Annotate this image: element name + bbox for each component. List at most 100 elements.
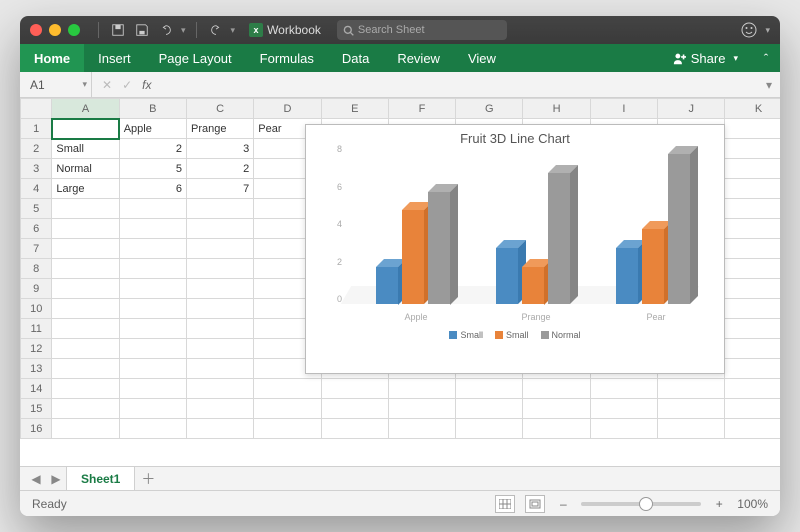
cell-A7[interactable] xyxy=(52,239,119,259)
cell-A14[interactable] xyxy=(52,379,119,399)
tab-formulas[interactable]: Formulas xyxy=(246,44,328,72)
cell-A8[interactable] xyxy=(52,259,119,279)
cell-K7[interactable] xyxy=(725,239,780,259)
cell-C7[interactable] xyxy=(187,239,254,259)
close-window-button[interactable] xyxy=(30,24,42,36)
cell-C16[interactable] xyxy=(187,419,254,439)
column-header-I[interactable]: I xyxy=(590,99,657,119)
cell-G14[interactable] xyxy=(456,379,523,399)
cell-K2[interactable] xyxy=(725,139,780,159)
column-header-D[interactable]: D xyxy=(254,99,321,119)
cell-C5[interactable] xyxy=(187,199,254,219)
cell-A9[interactable] xyxy=(52,279,119,299)
name-box[interactable]: A1 ▾ xyxy=(20,72,92,97)
cell-I16[interactable] xyxy=(590,419,657,439)
cell-K9[interactable] xyxy=(725,279,780,299)
cell-K3[interactable] xyxy=(725,159,780,179)
cell-A13[interactable] xyxy=(52,359,119,379)
sheet-nav-next-icon[interactable]: ▶ xyxy=(46,472,66,486)
row-header-2[interactable]: 2 xyxy=(21,139,52,159)
cell-E14[interactable] xyxy=(321,379,388,399)
cell-C6[interactable] xyxy=(187,219,254,239)
cell-K4[interactable] xyxy=(725,179,780,199)
cell-A4[interactable]: Large xyxy=(52,179,119,199)
tab-page-layout[interactable]: Page Layout xyxy=(145,44,246,72)
cell-K10[interactable] xyxy=(725,299,780,319)
redo-dropdown-icon[interactable]: ▾ xyxy=(231,25,236,36)
row-header-13[interactable]: 13 xyxy=(21,359,52,379)
cell-B9[interactable] xyxy=(119,279,186,299)
row-header-6[interactable]: 6 xyxy=(21,219,52,239)
cell-A2[interactable]: Small xyxy=(52,139,119,159)
formula-input[interactable] xyxy=(161,72,758,97)
share-button[interactable]: Share ▾ xyxy=(659,44,752,72)
row-header-11[interactable]: 11 xyxy=(21,319,52,339)
row-header-4[interactable]: 4 xyxy=(21,179,52,199)
cell-H16[interactable] xyxy=(523,419,590,439)
zoom-in-button[interactable]: + xyxy=(711,497,727,511)
tab-home[interactable]: Home xyxy=(20,44,84,72)
column-header-G[interactable]: G xyxy=(456,99,523,119)
cell-J16[interactable] xyxy=(658,419,725,439)
column-header-E[interactable]: E xyxy=(321,99,388,119)
accept-formula-icon[interactable]: ✓ xyxy=(122,78,132,92)
cell-K12[interactable] xyxy=(725,339,780,359)
cell-K5[interactable] xyxy=(725,199,780,219)
row-header-12[interactable]: 12 xyxy=(21,339,52,359)
cell-J14[interactable] xyxy=(658,379,725,399)
name-box-dropdown-icon[interactable]: ▾ xyxy=(82,79,87,90)
tab-data[interactable]: Data xyxy=(328,44,383,72)
cell-J15[interactable] xyxy=(658,399,725,419)
user-smiley-icon[interactable] xyxy=(741,22,757,38)
cell-G16[interactable] xyxy=(456,419,523,439)
cell-D15[interactable] xyxy=(254,399,321,419)
cell-D16[interactable] xyxy=(254,419,321,439)
zoom-slider[interactable] xyxy=(581,502,701,506)
tab-review[interactable]: Review xyxy=(383,44,454,72)
tab-view[interactable]: View xyxy=(454,44,510,72)
cell-K15[interactable] xyxy=(725,399,780,419)
row-header-15[interactable]: 15 xyxy=(21,399,52,419)
column-header-F[interactable]: F xyxy=(388,99,455,119)
cell-B1[interactable]: Apple xyxy=(119,119,186,139)
cell-B14[interactable] xyxy=(119,379,186,399)
save-icon[interactable] xyxy=(133,21,151,39)
column-header-A[interactable]: A xyxy=(52,99,119,119)
select-all-corner[interactable] xyxy=(21,99,52,119)
cell-F15[interactable] xyxy=(388,399,455,419)
formula-bar-expand-icon[interactable]: ▾ xyxy=(758,78,780,92)
cell-B5[interactable] xyxy=(119,199,186,219)
cell-H15[interactable] xyxy=(523,399,590,419)
view-page-layout-icon[interactable] xyxy=(525,495,545,513)
undo-icon[interactable] xyxy=(157,21,175,39)
cell-C14[interactable] xyxy=(187,379,254,399)
minimize-window-button[interactable] xyxy=(49,24,61,36)
undo-dropdown-icon[interactable]: ▾ xyxy=(181,25,186,36)
cell-I14[interactable] xyxy=(590,379,657,399)
cell-E16[interactable] xyxy=(321,419,388,439)
row-header-5[interactable]: 5 xyxy=(21,199,52,219)
cell-B10[interactable] xyxy=(119,299,186,319)
cell-K8[interactable] xyxy=(725,259,780,279)
cell-F16[interactable] xyxy=(388,419,455,439)
cell-B7[interactable] xyxy=(119,239,186,259)
cell-C1[interactable]: Prange xyxy=(187,119,254,139)
cell-K13[interactable] xyxy=(725,359,780,379)
cell-A3[interactable]: Normal xyxy=(52,159,119,179)
ribbon-collapse-icon[interactable]: ˆ xyxy=(752,44,780,72)
cell-K16[interactable] xyxy=(725,419,780,439)
column-header-B[interactable]: B xyxy=(119,99,186,119)
cancel-formula-icon[interactable]: ✕ xyxy=(102,78,112,92)
cell-K11[interactable] xyxy=(725,319,780,339)
embedded-chart[interactable]: Fruit 3D Line Chart 02468 ApplePrangePea… xyxy=(305,124,725,374)
cell-B6[interactable] xyxy=(119,219,186,239)
zoom-out-button[interactable]: – xyxy=(555,497,571,511)
column-header-K[interactable]: K xyxy=(725,99,780,119)
cell-C12[interactable] xyxy=(187,339,254,359)
cell-C9[interactable] xyxy=(187,279,254,299)
cell-C15[interactable] xyxy=(187,399,254,419)
row-header-7[interactable]: 7 xyxy=(21,239,52,259)
row-header-9[interactable]: 9 xyxy=(21,279,52,299)
cell-G15[interactable] xyxy=(456,399,523,419)
cell-C3[interactable]: 2 xyxy=(187,159,254,179)
